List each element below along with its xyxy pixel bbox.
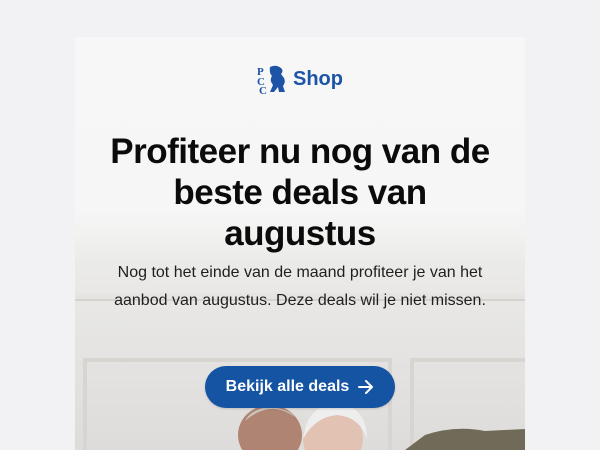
- arrow-right-icon: [358, 380, 374, 394]
- pcc-lion-logo-icon: P C C: [257, 65, 285, 94]
- brand-name: Shop: [293, 67, 343, 90]
- hero-headline: Profiteer nu nog van de beste deals van …: [110, 132, 490, 253]
- svg-text:C: C: [259, 85, 267, 94]
- view-all-deals-button[interactable]: Bekijk alle deals: [205, 366, 395, 408]
- cta-label: Bekijk alle deals: [225, 378, 350, 395]
- brand-logo[interactable]: P C C Shop: [75, 64, 525, 94]
- hero-body-text: Nog tot het einde van de maand profiteer…: [114, 264, 486, 309]
- email-hero-card: P C C Shop Profiteer nu nog van de beste…: [75, 37, 525, 450]
